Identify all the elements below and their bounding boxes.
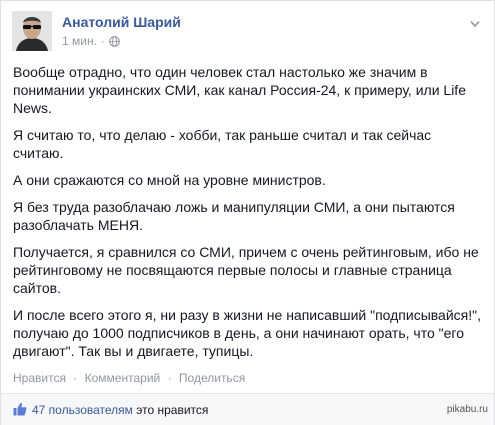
likes-bar: 47 пользователям это нравится pikabu.ru [1, 394, 494, 425]
post-paragraph: Я без труда разоблачаю ложь и манипуляци… [13, 199, 455, 233]
author-name[interactable]: Анатолий Шарий [62, 14, 181, 30]
comment-link[interactable]: Комментарий [85, 371, 161, 385]
post-paragraph: Я считаю то, что делаю - хобби, так рань… [13, 127, 432, 161]
post-time[interactable]: 1 мин. [62, 34, 97, 48]
post-paragraph: Получается, я сравнился со СМИ, причем с… [13, 244, 479, 296]
post-text: Вообще отрадно, что один человек стал на… [13, 63, 483, 369]
meta-separator: · [100, 34, 105, 48]
post-meta: 1 мин. · [62, 34, 120, 48]
likes-summary: 47 пользователям это нравится [32, 403, 208, 417]
likes-count-link[interactable]: 47 пользователям [32, 403, 133, 417]
post-paragraph: Вообще отрадно, что один человек стал на… [13, 64, 466, 116]
chevron-down-icon[interactable] [470, 15, 480, 28]
action-separator: · [167, 371, 172, 385]
post-paragraph: А они сражаются со мной на уровне минист… [13, 172, 326, 188]
globe-icon[interactable] [109, 35, 120, 47]
like-link[interactable]: Нравится [13, 371, 66, 385]
facebook-post: Анатолий Шарий 1 мин. · Вообще отрадно, … [0, 0, 495, 425]
avatar[interactable] [12, 11, 52, 51]
thumbs-up-icon [13, 402, 27, 416]
action-separator: · [73, 371, 78, 385]
watermark: pikabu.ru [446, 404, 488, 415]
post-actions: Нравится · Комментарий · Поделиться [13, 371, 245, 385]
likes-label: это нравится [136, 403, 209, 417]
share-link[interactable]: Поделиться [179, 371, 245, 385]
post-paragraph: И после всего этого я, ни разу в жизни н… [13, 307, 481, 359]
